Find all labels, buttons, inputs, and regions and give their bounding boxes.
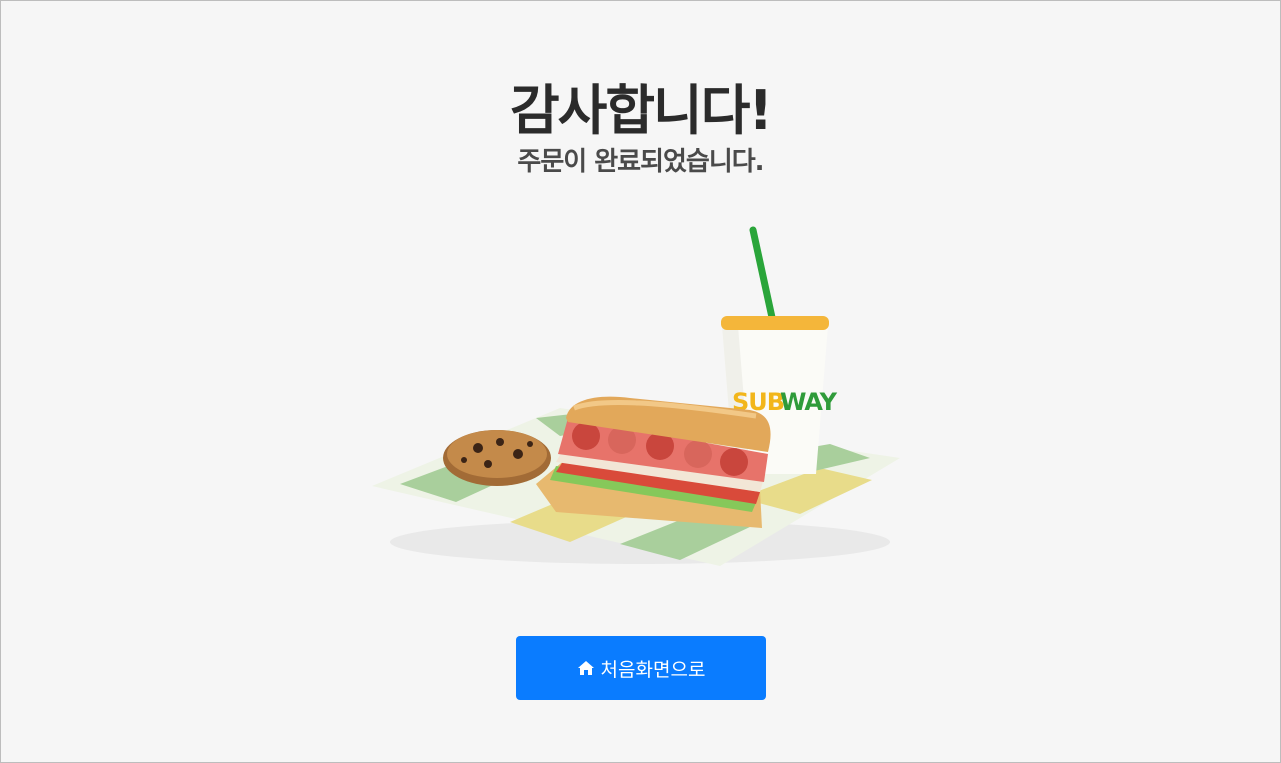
order-complete-message: 주문이 완료되었습니다. (517, 147, 764, 177)
home-button[interactable]: 처음화면으로 (516, 636, 766, 700)
svg-text:WAY: WAY (780, 388, 838, 416)
home-icon (577, 661, 594, 675)
meal-combo-image: SUB WAY (372, 226, 900, 566)
page-title: 감사합니다! (509, 79, 773, 142)
sandwich (536, 396, 771, 528)
cookie (443, 430, 551, 486)
home-button-label: 처음화면으로 (600, 658, 706, 681)
